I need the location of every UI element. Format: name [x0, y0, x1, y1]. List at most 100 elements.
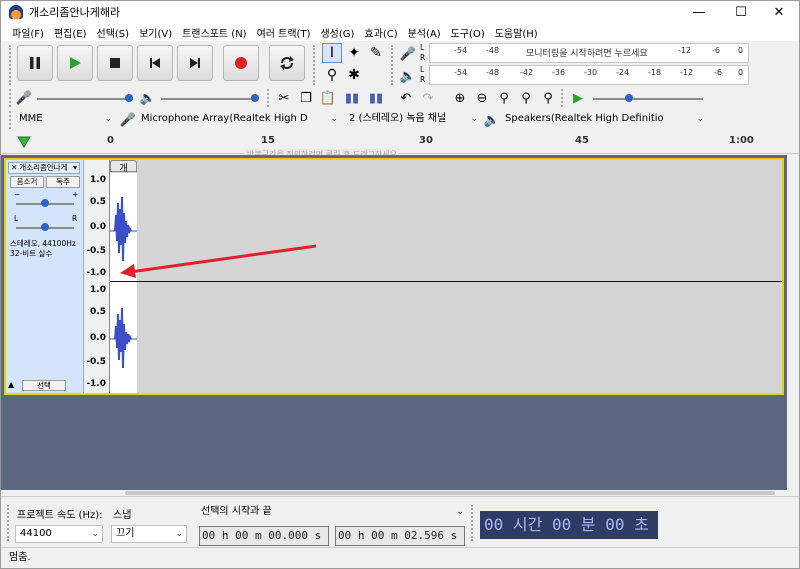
fit-project-icon[interactable]: ⚲	[515, 87, 537, 109]
audio-track[interactable]: ✕ 개소리좀안나게 ▾ 음소거 독주 − + L R 스테레오, 44100Hz 3…	[4, 158, 784, 395]
meter-tick: -6	[714, 68, 722, 77]
maximize-button[interactable]: ☐	[721, 1, 761, 23]
slider-knob[interactable]	[41, 223, 49, 231]
timeline-ruler[interactable]: 0 15 30 45 1:00 반복구간을 정의하려면 클릭 후 드래그하세요	[1, 132, 799, 160]
slider-knob[interactable]	[125, 94, 133, 102]
menu-generate[interactable]: 생성(G)	[315, 25, 359, 40]
channel-divider	[110, 281, 782, 282]
undo-icon[interactable]: ↶	[395, 87, 417, 109]
status-bar: 멈춤.	[1, 547, 799, 568]
chevron-down-icon[interactable]: ▾	[73, 163, 77, 173]
menu-analyze[interactable]: 분석(A)	[403, 25, 446, 40]
speaker-icon: 🔈	[139, 90, 157, 106]
tracks-area[interactable]: ✕ 개소리좀안나게 ▾ 음소거 독주 − + L R 스테레오, 44100Hz 3…	[1, 155, 799, 490]
selection-tool-icon[interactable]: Ⅰ	[322, 43, 342, 63]
slider-knob[interactable]	[625, 94, 633, 102]
cut-icon[interactable]: ✂	[273, 87, 295, 109]
recording-volume-slider[interactable]	[37, 94, 133, 102]
toolbar-grip[interactable]	[9, 45, 15, 85]
app-icon	[9, 5, 23, 19]
vertical-scrollbar[interactable]	[787, 155, 799, 490]
gain-slider[interactable]	[16, 199, 74, 207]
playback-volume-slider[interactable]	[161, 94, 259, 102]
copy-icon[interactable]: ❐	[295, 87, 317, 109]
scale-label: -0.5	[86, 357, 106, 367]
skip-start-icon	[150, 58, 160, 68]
snap-value: 끄기	[116, 528, 135, 539]
selection-grip[interactable]	[7, 505, 13, 541]
audio-position-display[interactable]: 00 시간 00 분 00 초	[480, 511, 658, 539]
paste-icon[interactable]: 📋	[317, 87, 339, 109]
draw-tool-icon[interactable]: ✎	[366, 43, 386, 63]
close-button[interactable]: ✕	[759, 1, 799, 23]
track-control-panel[interactable]: ✕ 개소리좀안나게 ▾ 음소거 독주 − + L R 스테레오, 44100Hz 3…	[6, 160, 84, 393]
slider-knob[interactable]	[251, 94, 259, 102]
menu-transport[interactable]: 트랜스포트 (N)	[177, 25, 251, 40]
menu-tools[interactable]: 도구(O)	[446, 25, 490, 40]
menu-bar: 파일(F) 편집(E) 선택(S) 보기(V) 트랜스포트 (N) 여러 트랙(…	[1, 23, 799, 41]
play-at-speed-icon[interactable]: ▶	[567, 87, 589, 109]
recording-device-select[interactable]: Microphone Array(Realtek High D ⌄	[137, 111, 341, 129]
zoom-tool-icon[interactable]: ⚲	[322, 65, 342, 85]
menu-view[interactable]: 보기(V)	[134, 25, 177, 40]
selection-start-time[interactable]: 00 h 00 m 00.000 s	[199, 526, 329, 546]
collapse-icon[interactable]: ▲	[8, 380, 20, 391]
chevron-down-icon: ⌄	[104, 114, 112, 124]
mic-icon: 🎤	[15, 90, 33, 106]
redo-icon[interactable]: ↷	[417, 87, 439, 109]
menu-help[interactable]: 도움말(H)	[490, 25, 543, 40]
play-button[interactable]	[57, 45, 93, 81]
play-head-triangle-icon[interactable]	[17, 136, 31, 148]
zoom-toggle-icon[interactable]: ⚲	[537, 87, 559, 109]
menu-tracks[interactable]: 여러 트랙(T)	[252, 25, 316, 40]
loop-button[interactable]	[269, 45, 305, 81]
track-close-icon[interactable]: ✕	[9, 163, 19, 172]
slider-knob[interactable]	[41, 199, 49, 207]
fit-selection-icon[interactable]: ⚲	[493, 87, 515, 109]
meter-tick: -18	[648, 68, 662, 77]
snap-select[interactable]: 끄기 ⌄	[111, 525, 187, 543]
menu-select[interactable]: 선택(S)	[92, 25, 135, 40]
record-meter-mic-icon[interactable]: 🎤	[397, 43, 419, 65]
skip-start-button[interactable]	[137, 45, 173, 81]
stop-button[interactable]	[97, 45, 133, 81]
track-select-button[interactable]: 선택	[22, 380, 66, 391]
record-meter[interactable]: -54 -48 모니터링을 시작하려면 누르세요 -12 -6 0	[429, 43, 749, 63]
skip-end-button[interactable]	[177, 45, 213, 81]
play-meter[interactable]: -54 -48 -42 -36 -30 -24 -18 -12 -6 0	[429, 65, 749, 85]
pause-button[interactable]	[17, 45, 53, 81]
play-speed-slider[interactable]	[593, 94, 703, 102]
tools-grip[interactable]	[313, 45, 319, 85]
envelope-tool-icon[interactable]: ✦	[344, 43, 364, 63]
meter-tick: -42	[520, 68, 534, 77]
clip-header[interactable]: 개	[110, 160, 137, 174]
record-icon	[235, 57, 247, 69]
selection-mode-select[interactable]: 선택의 시작과 끝 ⌄	[197, 504, 467, 522]
scale-label: -1.0	[86, 379, 106, 389]
menu-edit[interactable]: 편집(E)	[49, 25, 92, 40]
play-meter-speaker-icon[interactable]: 🔈	[397, 65, 419, 87]
waveform-right-channel[interactable]	[110, 282, 137, 393]
pan-slider[interactable]	[16, 223, 74, 231]
time-grip[interactable]	[471, 505, 477, 541]
track-name-bar[interactable]: ✕ 개소리좀안나게 ▾	[8, 162, 80, 174]
playback-device-select[interactable]: Speakers(Realtek High Definitio ⌄	[501, 111, 707, 129]
trim-icon[interactable]: ▮▮	[341, 87, 363, 109]
menu-effect[interactable]: 효과(C)	[359, 25, 402, 40]
meter-tick: -54	[454, 46, 468, 55]
multi-tool-icon[interactable]: ✱	[344, 65, 364, 85]
zoom-in-icon[interactable]: ⊕	[449, 87, 471, 109]
channels-select[interactable]: 2 (스테레오) 녹음 채널 ⌄	[345, 111, 481, 129]
menu-file[interactable]: 파일(F)	[7, 25, 49, 40]
record-button[interactable]	[223, 45, 259, 81]
zoom-out-icon[interactable]: ⊖	[471, 87, 493, 109]
silence-icon[interactable]: ▮▮	[365, 87, 387, 109]
minimize-button[interactable]: —	[679, 1, 719, 23]
scrollbar-thumb[interactable]	[125, 491, 775, 495]
solo-button[interactable]: 독주	[46, 176, 80, 188]
mute-button[interactable]: 음소거	[10, 176, 44, 188]
pause-icon	[30, 57, 40, 69]
host-select[interactable]: MME ⌄	[15, 111, 115, 129]
project-rate-select[interactable]: 44100 ⌄	[15, 525, 103, 543]
selection-end-time[interactable]: 00 h 00 m 02.596 s	[335, 526, 465, 546]
